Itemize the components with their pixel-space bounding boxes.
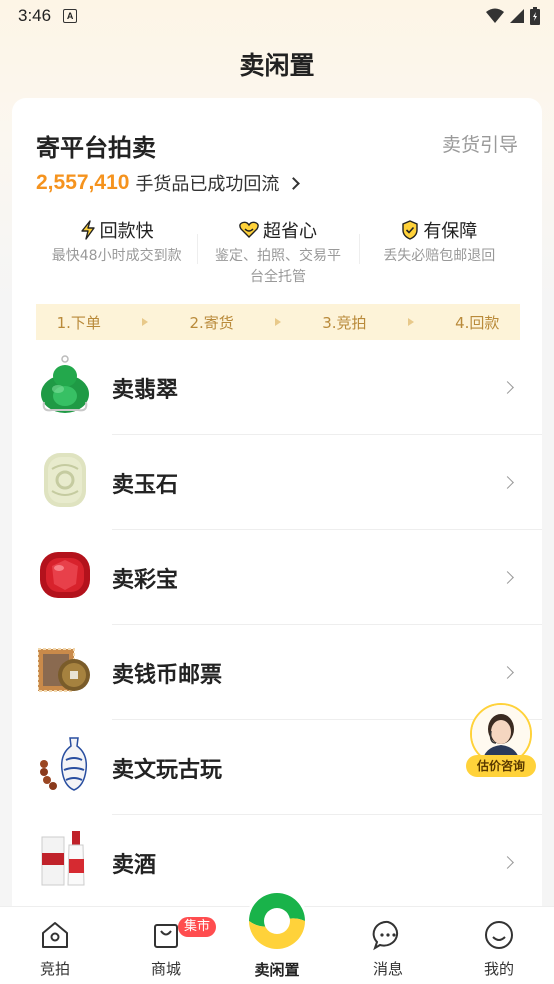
chevron-right-icon [501,381,514,394]
valuation-consult-button[interactable]: 估价咨询 [466,703,536,777]
step-auction: 3.竞拍 [322,313,367,332]
chevron-right-icon [501,571,514,584]
category-label: 卖彩宝 [112,567,179,593]
step-ship: 2.寄货 [189,313,234,332]
chevron-right-icon [287,176,301,190]
tab-label: 消息 [372,960,403,978]
category-list: 卖翡翠 卖玉石 卖彩宝 卖钱币邮票 卖文玩古玩 卖酒 [12,340,542,910]
stat-line[interactable]: 2,557,410 手货品已成功回流 [36,170,301,196]
lightning-icon [80,220,95,240]
tab-messages[interactable]: 消息 [348,919,428,979]
feature-worry-free: 超省心 鉴定、拍照、交易平台全托管 [197,216,358,296]
jade-stone-icon [38,449,92,511]
category-antique[interactable]: 卖文玩古玩 [12,720,542,815]
chevron-right-icon [501,476,514,489]
category-jade-stone[interactable]: 卖玉石 [12,435,542,530]
status-time: 3:46 [18,6,52,25]
coin-stamp-icon [38,639,92,701]
feature-row: 回款快 最快48小时成交到款 超省心 鉴定、拍照、交易平台全托管 有保障 丢失必… [36,216,520,296]
category-label: 卖翡翠 [112,377,179,403]
step-payment: 4.回款 [455,313,500,332]
chevron-right-icon [501,856,514,869]
stat-text: 手货品已成功回流 [135,174,280,195]
sell-logo-icon [246,890,308,952]
tab-profile[interactable]: 我的 [459,919,539,979]
page-title: 卖闲置 [239,51,315,80]
wifi-icon [486,8,504,23]
feature-title: 有保障 [423,221,478,242]
consign-card: 寄平台拍卖 卖货引导 2,557,410 手货品已成功回流 回款快 最快48小时… [12,98,542,928]
feature-fast-payment: 回款快 最快48小时成交到款 [36,216,197,296]
heart-icon [239,221,259,238]
bag-icon [154,924,178,948]
liquor-bottle-icon [38,829,92,891]
feature-title: 超省心 [262,221,317,242]
step-order: 1.下单 [56,313,101,332]
feature-title: 回款快 [99,221,154,242]
tab-auction[interactable]: 竞拍 [15,919,95,979]
home-icon [42,922,68,948]
chat-icon [372,920,399,951]
chevron-right-icon [501,666,514,679]
feature-desc: 最快48小时成交到款 [51,248,182,264]
consult-label: 估价咨询 [466,755,536,777]
feature-desc: 丢失必赔包邮退回 [383,248,496,264]
category-label: 卖玉石 [112,472,179,498]
market-badge: 集市 [178,917,217,937]
tab-label: 我的 [483,960,514,978]
category-label: 卖钱币邮票 [112,662,223,688]
ruby-icon [38,544,92,606]
sell-guide-link[interactable]: 卖货引导 [442,130,518,157]
triangle-right-icon [275,318,281,326]
tab-label: 竞拍 [39,960,70,978]
jade-buddha-icon [38,354,92,416]
category-label: 卖文玩古玩 [112,757,223,783]
category-gem[interactable]: 卖彩宝 [12,530,542,625]
category-label: 卖酒 [112,852,157,878]
feature-desc: 鉴定、拍照、交易平台全托管 [214,248,341,285]
a-icon: A [63,9,78,23]
category-jade[interactable]: 卖翡翠 [12,340,542,435]
tab-label: 卖闲置 [254,961,300,979]
stat-number: 2,557,410 [36,171,130,194]
card-title: 寄平台拍卖 [36,134,156,162]
steps-bar: 1.下单 2.寄货 3.竞拍 4.回款 [36,304,520,340]
bottom-tab-bar: 竞拍 商城 集市 卖闲置 消息 我的 [0,890,554,984]
status-bar: 3:46 A [0,0,554,32]
feature-guarantee: 有保障 丢失必赔包邮退回 [358,216,520,296]
tab-sell[interactable]: 卖闲置 [239,889,315,980]
signal-icon [510,9,524,23]
triangle-right-icon [407,318,414,326]
smile-icon [485,921,513,949]
tab-label: 商城 [150,960,181,978]
antique-vase-icon [38,734,92,796]
category-coin-stamp[interactable]: 卖钱币邮票 [12,625,542,720]
triangle-right-icon [142,318,149,326]
battery-icon [530,7,540,25]
shield-check-icon [402,220,419,240]
